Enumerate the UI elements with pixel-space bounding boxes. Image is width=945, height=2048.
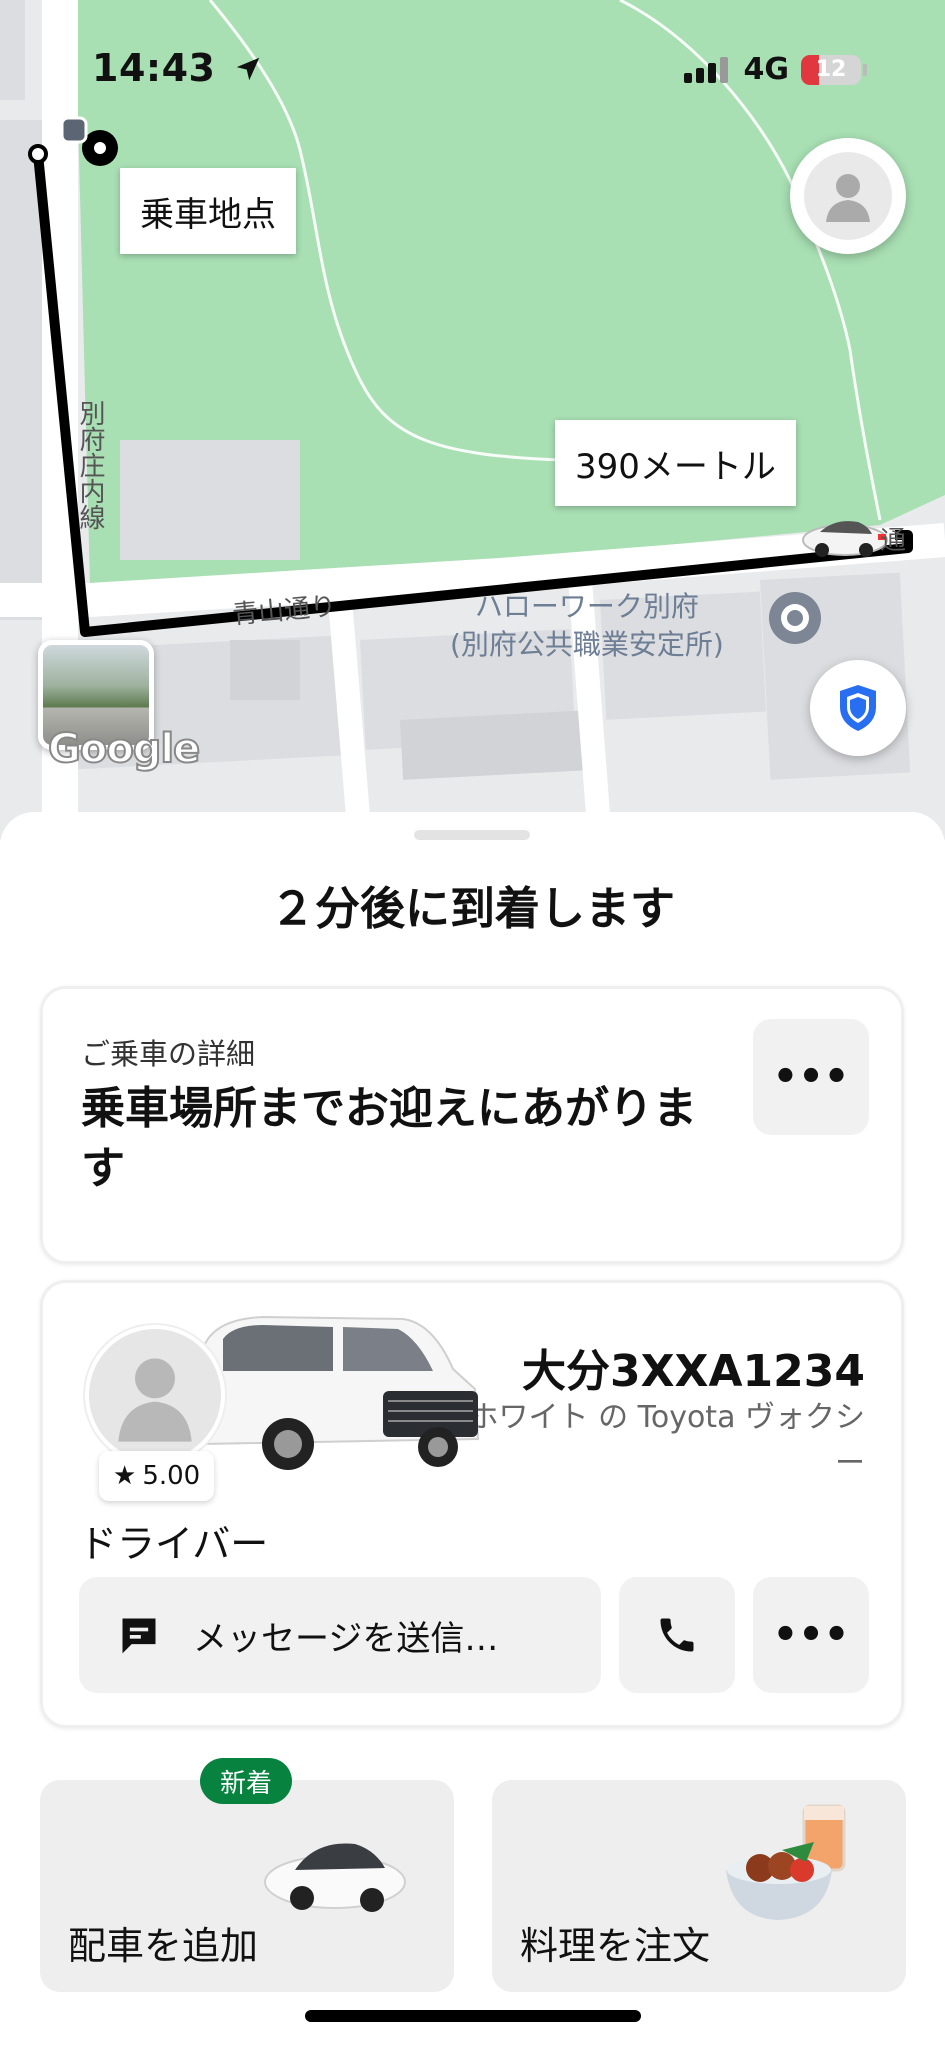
rating-value: 5.00 [142, 1461, 201, 1491]
home-indicator[interactable] [305, 2010, 641, 2022]
star-icon: ★ [113, 1461, 137, 1491]
poi-label[interactable]: ハローワーク別府 (別府公共職業安定所) [450, 588, 724, 664]
driver-avatar[interactable] [85, 1325, 225, 1465]
signal-icon [683, 56, 728, 83]
distance-label: 390メートル [555, 420, 796, 506]
phone-icon [660, 1618, 694, 1652]
more-icon: ••• [772, 1612, 850, 1658]
vehicle-description: ホワイト の Toyota ヴォクシー [468, 1400, 865, 1481]
trip-bottom-sheet: ２分後に到着します ご乗車の詳細 乗車場所までお迎えにあがります ••• ★ 5… [0, 812, 945, 2048]
ride-details-message: 乗車場所までお迎えにあがります [81, 1083, 697, 1194]
shield-icon [840, 685, 876, 731]
new-badge: 新着 [200, 1758, 293, 1804]
street-label-vertical: 別府庄内線 [75, 400, 105, 530]
ride-more-button[interactable]: ••• [753, 1019, 869, 1135]
call-driver-button[interactable] [619, 1577, 735, 1693]
status-indicators: 4G 12 [683, 52, 867, 87]
send-message-label: メッセージを送信… [193, 1618, 499, 1659]
order-food-label: 料理を注文 [520, 1924, 711, 1968]
google-logo: Google [47, 725, 201, 773]
vehicle-image [202, 1315, 480, 1470]
driver-more-button[interactable]: ••• [753, 1577, 869, 1693]
driver-name: ドライバー [79, 1522, 269, 1566]
safety-shield-button[interactable] [810, 660, 906, 756]
network-type: 4G [743, 52, 790, 87]
sheet-drag-handle[interactable] [414, 830, 530, 840]
map-view[interactable]: 14:43 4G 12 乗車地点 390メートル 別府庄内線 青山通り 通 ハロ… [0, 0, 945, 840]
profile-avatar-button[interactable] [790, 138, 906, 254]
car-icon [264, 1843, 406, 1912]
person-icon [118, 1358, 192, 1442]
poi-subname: (別府公共職業安定所) [450, 628, 724, 661]
person-icon [804, 152, 892, 240]
battery-icon: 12 [801, 54, 861, 85]
driver-rating: ★ 5.00 [99, 1451, 215, 1501]
pickup-label: 乗車地点 [120, 168, 296, 254]
chat-icon [122, 1618, 156, 1654]
ride-details-subtitle: ご乗車の詳細 [81, 1037, 256, 1071]
poi-name: ハローワーク別府 [474, 590, 699, 623]
send-message-button[interactable]: メッセージを送信… [79, 1577, 601, 1693]
ride-details-card[interactable]: ご乗車の詳細 乗車場所までお迎えにあがります ••• [40, 986, 904, 1264]
status-time: 14:43 [92, 46, 263, 90]
battery-nub [863, 63, 867, 76]
order-food-tile[interactable]: 料理を注文 [492, 1780, 906, 1992]
driver-card: ★ 5.00 大分3XXA1234 ホワイト の Toyota ヴォクシー ドラ… [40, 1280, 904, 1728]
car-marker-icon [802, 521, 888, 557]
food-icon [726, 1804, 846, 1920]
eta-title: ２分後に到着します [269, 882, 675, 935]
more-icon: ••• [772, 1054, 850, 1100]
license-plate: 大分3XXA1234 [522, 1346, 865, 1397]
add-ride-tile[interactable]: 新着 配車を追加 [40, 1758, 454, 1992]
street-label-right: 通 [880, 526, 907, 556]
add-ride-label: 配車を追加 [68, 1924, 259, 1968]
battery-percent: 12 [815, 57, 847, 82]
location-arrow-icon [236, 57, 260, 81]
